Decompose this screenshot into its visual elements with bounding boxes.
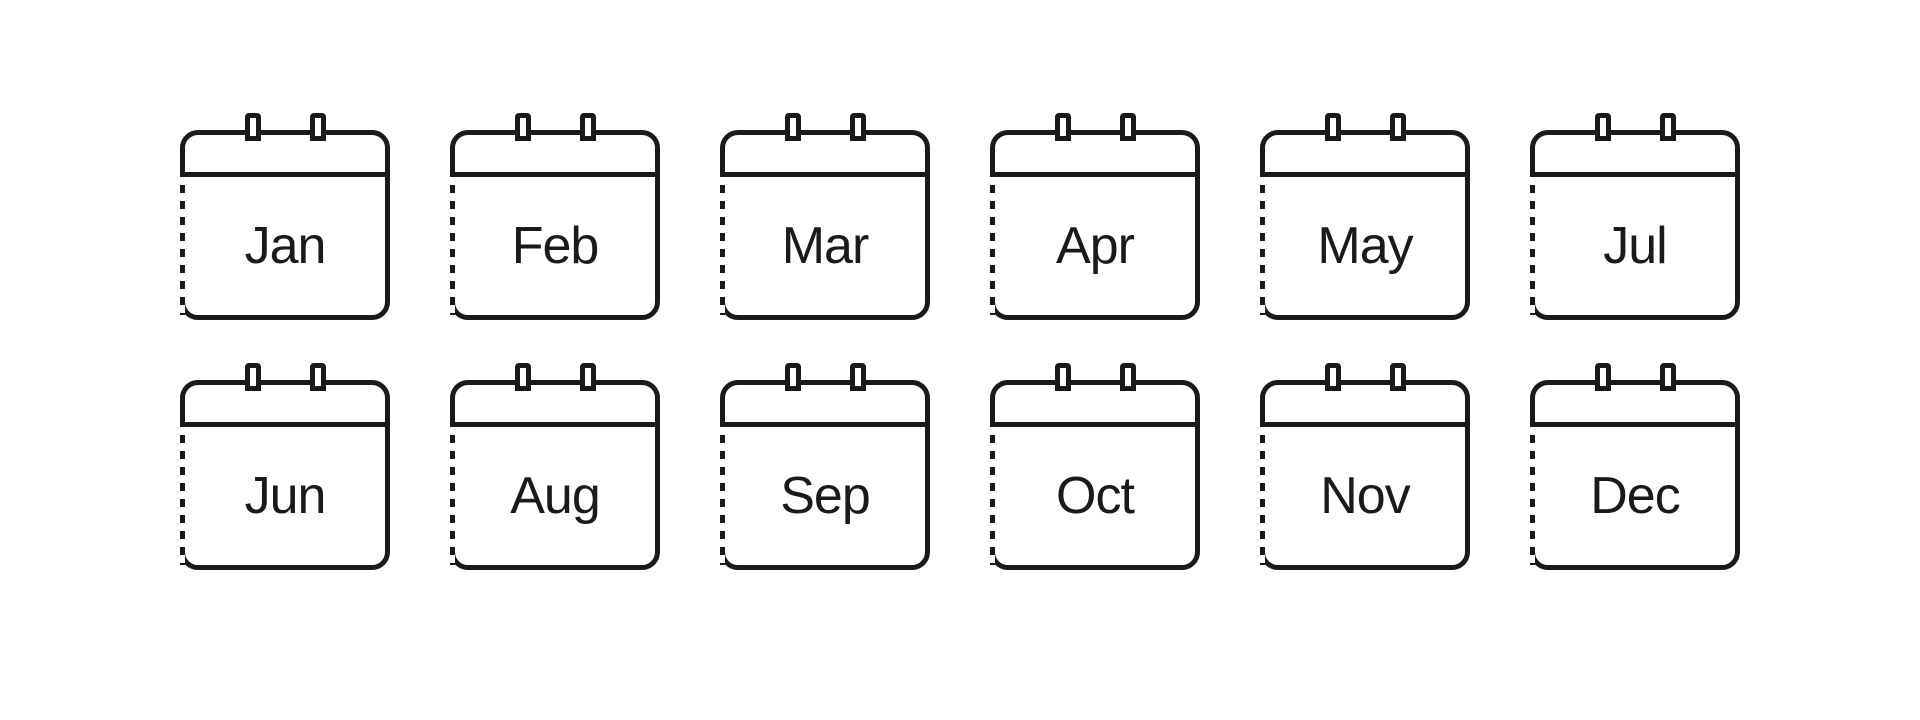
ring-left-november [1325,363,1341,391]
calendar-content-january: Jan [185,177,385,315]
ring-left-march [785,113,801,141]
calendar-content-august: Aug [455,427,655,565]
ring-left-april [1055,113,1071,141]
rings-december [1535,363,1735,391]
rings-may [1265,113,1465,141]
rings-march [725,113,925,141]
calendar-icon-december: Dec [1525,380,1745,590]
calendar-icon-march: Mar [715,130,935,340]
calendar-header-december [1535,385,1735,427]
rings-january [185,113,385,141]
ring-left-december [1595,363,1611,391]
ring-left-january [245,113,261,141]
month-label-october: Oct [1056,466,1134,526]
calendar-header-november [1265,385,1465,427]
calendar-icon-grid: Jan Feb [135,90,1785,630]
ring-left-september [785,363,801,391]
ring-right-september [850,363,866,391]
calendar-body-march: Mar [720,130,930,320]
calendar-content-july: Jul [1535,177,1735,315]
calendar-header-april [995,135,1195,177]
month-label-june: Jun [245,466,326,526]
calendar-body-january: Jan [180,130,390,320]
rings-august [455,363,655,391]
calendar-header-september [725,385,925,427]
month-label-july: Jul [1603,216,1666,276]
calendar-header-august [455,385,655,427]
calendar-content-march: Mar [725,177,925,315]
rings-july [1535,113,1735,141]
rings-february [455,113,655,141]
rings-november [1265,363,1465,391]
month-label-november: Nov [1320,466,1409,526]
calendar-content-february: Feb [455,177,655,315]
ring-right-february [580,113,596,141]
ring-right-march [850,113,866,141]
month-label-august: Aug [510,466,600,526]
calendar-body-may: May [1260,130,1470,320]
calendar-body-december: Dec [1530,380,1740,570]
calendar-header-march [725,135,925,177]
ring-right-june [310,363,326,391]
ring-left-may [1325,113,1341,141]
ring-left-february [515,113,531,141]
month-label-december: Dec [1590,466,1679,526]
calendar-header-june [185,385,385,427]
calendar-header-january [185,135,385,177]
calendar-content-june: Jun [185,427,385,565]
calendar-icon-january: Jan [175,130,395,340]
calendar-body-august: Aug [450,380,660,570]
calendar-body-october: Oct [990,380,1200,570]
rings-june [185,363,385,391]
calendar-icon-april: Apr [985,130,1205,340]
calendar-header-october [995,385,1195,427]
ring-right-july [1660,113,1676,141]
calendar-icon-october: Oct [985,380,1205,590]
calendar-header-may [1265,135,1465,177]
ring-left-july [1595,113,1611,141]
calendar-icon-february: Feb [445,130,665,340]
calendar-content-november: Nov [1265,427,1465,565]
ring-right-october [1120,363,1136,391]
calendar-icon-july: Jul [1525,130,1745,340]
calendar-content-april: Apr [995,177,1195,315]
rings-october [995,363,1195,391]
calendar-icon-september: Sep [715,380,935,590]
calendar-icon-august: Aug [445,380,665,590]
calendar-content-december: Dec [1535,427,1735,565]
ring-right-november [1390,363,1406,391]
month-label-january: Jan [245,216,326,276]
ring-right-april [1120,113,1136,141]
calendar-body-june: Jun [180,380,390,570]
calendar-body-april: Apr [990,130,1200,320]
calendar-body-november: Nov [1260,380,1470,570]
ring-right-august [580,363,596,391]
calendar-icon-november: Nov [1255,380,1475,590]
calendar-icon-may: May [1255,130,1475,340]
calendar-header-february [455,135,655,177]
ring-left-october [1055,363,1071,391]
ring-right-may [1390,113,1406,141]
calendar-body-july: Jul [1530,130,1740,320]
month-label-march: Mar [782,216,869,276]
month-label-april: Apr [1056,216,1134,276]
calendar-header-july [1535,135,1735,177]
ring-left-august [515,363,531,391]
calendar-content-may: May [1265,177,1465,315]
ring-right-january [310,113,326,141]
month-label-september: Sep [780,466,870,526]
rings-september [725,363,925,391]
ring-right-december [1660,363,1676,391]
rings-april [995,113,1195,141]
calendar-content-september: Sep [725,427,925,565]
calendar-body-february: Feb [450,130,660,320]
month-label-february: Feb [512,216,599,276]
ring-left-june [245,363,261,391]
calendar-body-september: Sep [720,380,930,570]
calendar-content-october: Oct [995,427,1195,565]
calendar-icon-june: Jun [175,380,395,590]
month-label-may: May [1317,216,1412,276]
